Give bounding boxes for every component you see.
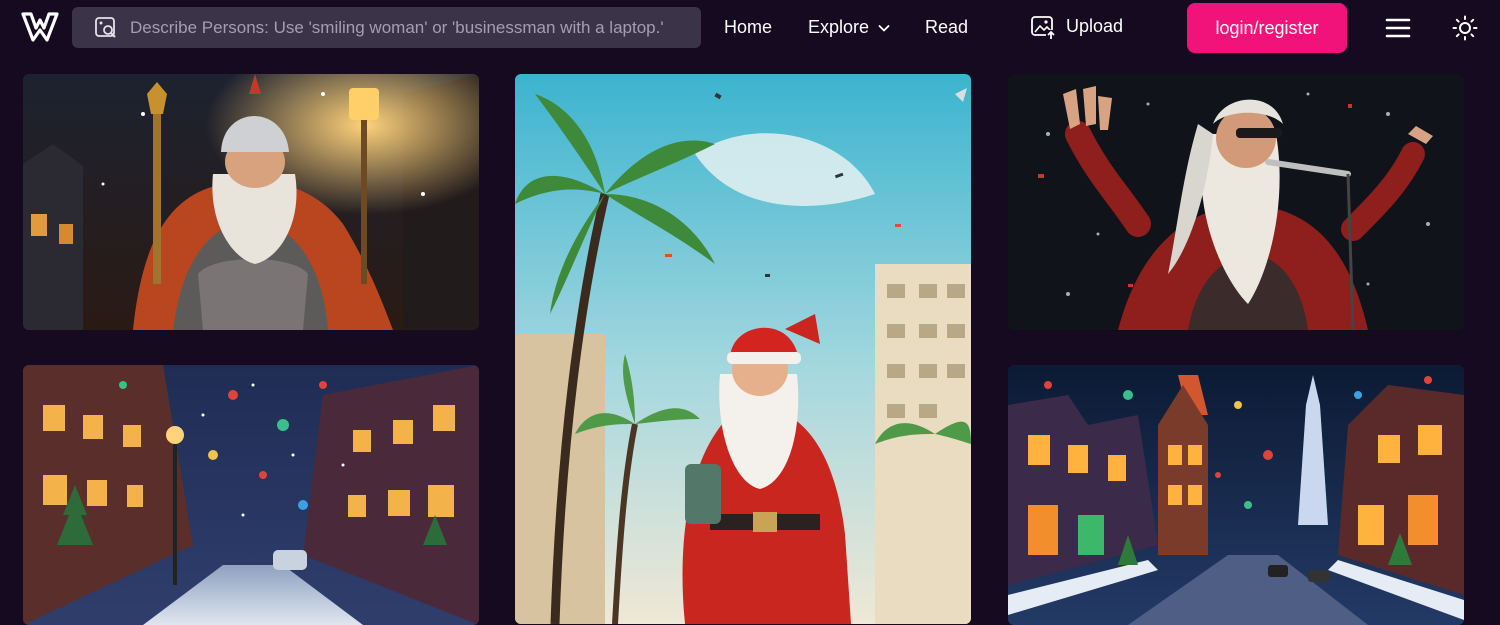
christmas-street-snow-image[interactable] bbox=[23, 365, 479, 625]
christmas-colorful-town-image[interactable] bbox=[1008, 365, 1464, 625]
hamburger-menu-icon[interactable] bbox=[1385, 16, 1411, 40]
nav-explore-label: Explore bbox=[808, 17, 870, 37]
chevron-down-icon bbox=[878, 24, 890, 32]
nav-explore-dropdown[interactable]: Explore bbox=[808, 17, 891, 38]
search-bar[interactable] bbox=[72, 7, 701, 48]
nav-read-link[interactable]: Read bbox=[925, 17, 968, 38]
site-logo[interactable] bbox=[20, 10, 60, 44]
top-navigation-bar: Home Explore Read Upload login/register bbox=[0, 0, 1500, 56]
login-register-button[interactable]: login/register bbox=[1187, 3, 1347, 53]
upload-image-icon bbox=[1031, 16, 1056, 40]
search-input[interactable] bbox=[130, 17, 689, 38]
santa-knight-lantern-image[interactable] bbox=[23, 74, 479, 330]
santa-rockstar-singing-image[interactable] bbox=[1008, 74, 1464, 330]
sun-icon[interactable] bbox=[1452, 15, 1478, 41]
nav-upload-link[interactable]: Upload bbox=[1030, 14, 1123, 40]
nav-upload-label: Upload bbox=[1066, 15, 1124, 36]
santa-tropical-palms-image[interactable] bbox=[515, 74, 971, 624]
nav-home-link[interactable]: Home bbox=[724, 17, 772, 38]
image-search-icon bbox=[95, 16, 116, 38]
